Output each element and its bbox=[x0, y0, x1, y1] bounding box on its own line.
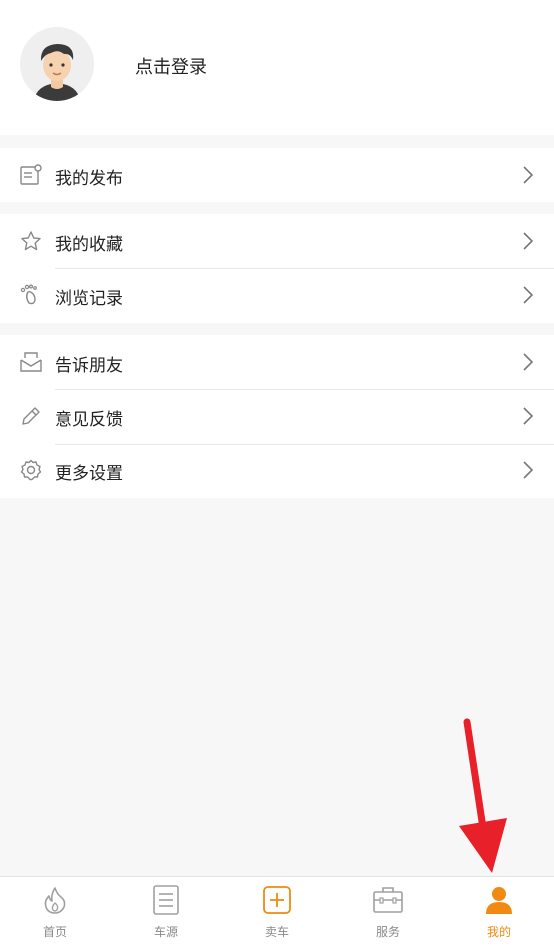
chevron-right-icon bbox=[523, 232, 534, 250]
menu-label: 我的收藏 bbox=[55, 235, 123, 255]
menu-group-3: 告诉朋友 意见反馈 更多设置 bbox=[0, 335, 554, 498]
chevron-right-icon bbox=[523, 166, 534, 184]
tab-label: 卖车 bbox=[264, 925, 289, 939]
menu-item-favorites[interactable]: 我的收藏 bbox=[0, 214, 554, 268]
chevron-right-icon bbox=[523, 461, 534, 479]
document-icon bbox=[20, 164, 42, 185]
chevron-right-icon bbox=[523, 286, 534, 304]
menu-label: 告诉朋友 bbox=[55, 356, 123, 376]
tab-sell[interactable]: 卖车 bbox=[222, 877, 332, 948]
star-icon bbox=[21, 231, 41, 251]
tab-mine[interactable]: 我的 bbox=[444, 877, 554, 948]
menu-group-2: 我的收藏 浏览记录 bbox=[0, 214, 554, 323]
red-arrow-icon bbox=[459, 718, 507, 873]
envelope-icon bbox=[20, 352, 42, 372]
menu-label: 更多设置 bbox=[55, 464, 123, 484]
pencil-icon bbox=[22, 407, 40, 425]
menu-item-share[interactable]: 告诉朋友 bbox=[0, 335, 554, 389]
list-icon bbox=[153, 885, 179, 915]
tab-home[interactable]: 首页 bbox=[0, 877, 110, 948]
menu-label: 意见反馈 bbox=[55, 410, 123, 430]
menu-label: 我的发布 bbox=[55, 169, 123, 189]
bottom-tab-bar: 首页 车源 卖车 服务 我的 bbox=[0, 876, 554, 948]
tab-label: 首页 bbox=[42, 925, 67, 939]
tab-label: 服务 bbox=[375, 925, 400, 939]
chevron-right-icon bbox=[523, 407, 534, 425]
tab-label: 我的 bbox=[486, 925, 511, 939]
menu-label: 浏览记录 bbox=[55, 289, 123, 309]
avatar[interactable] bbox=[20, 27, 94, 101]
menu-item-history[interactable]: 浏览记录 bbox=[0, 268, 554, 322]
briefcase-icon bbox=[373, 887, 403, 913]
tab-service[interactable]: 服务 bbox=[333, 877, 443, 948]
menu-item-publish[interactable]: 我的发布 bbox=[0, 148, 554, 202]
menu-item-settings[interactable]: 更多设置 bbox=[0, 443, 554, 497]
tab-label: 车源 bbox=[153, 925, 178, 939]
gear-icon bbox=[20, 459, 42, 481]
profile-header: 点击登录 bbox=[0, 0, 554, 135]
plus-box-icon bbox=[263, 886, 291, 914]
person-icon bbox=[486, 887, 512, 914]
fire-icon bbox=[44, 887, 66, 914]
chevron-right-icon bbox=[523, 353, 534, 371]
tab-cars[interactable]: 车源 bbox=[111, 877, 221, 948]
avatar-illustration bbox=[20, 27, 94, 101]
menu-group-1: 我的发布 bbox=[0, 148, 554, 202]
menu-item-feedback[interactable]: 意见反馈 bbox=[0, 389, 554, 443]
login-link[interactable]: 点击登录 bbox=[135, 53, 207, 79]
footprint-icon bbox=[20, 284, 37, 305]
